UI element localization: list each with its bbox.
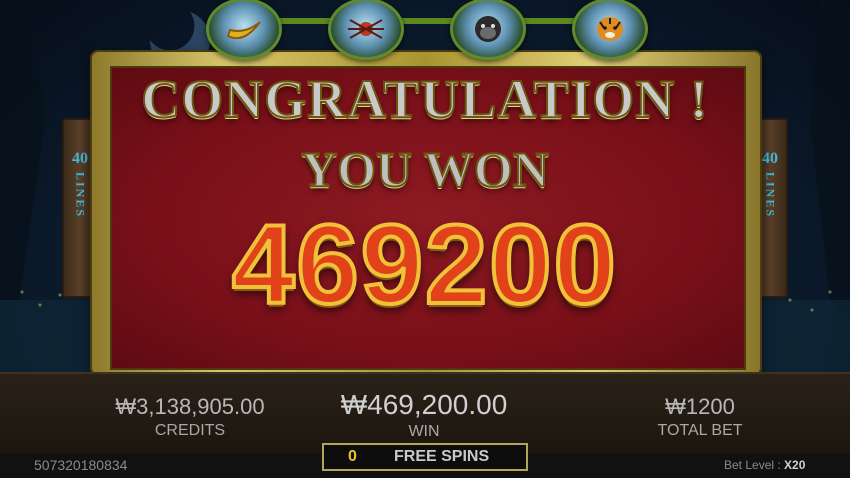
bet-level: Bet Level : X20: [724, 458, 805, 472]
tiger-icon: [572, 0, 648, 60]
credits-value: ₩3,138,905.00: [115, 394, 265, 419]
win-label: WIN: [408, 423, 440, 440]
bet-level-label: Bet Level :: [724, 458, 781, 472]
free-spins-counter: 0 FREE SPINS: [322, 443, 528, 471]
congratulation-heading: CONGRATULATION !: [140, 68, 709, 130]
free-spins-label: FREE SPINS: [394, 448, 490, 465]
credits-label: CREDITS: [154, 422, 226, 439]
free-spins-count: 0: [348, 448, 357, 465]
gorilla-icon: [450, 0, 526, 60]
spider-icon: [328, 0, 404, 60]
credits-stat: ₩3,138,905.00 CREDITS: [90, 394, 290, 440]
total-bet-label: TOTAL BET: [657, 422, 743, 439]
bet-level-value: X20: [784, 458, 806, 472]
win-amount-display: 469200: [230, 200, 618, 329]
total-bet-stat: ₩1200 TOTAL BET: [610, 394, 790, 440]
banana-icon: [206, 0, 282, 60]
total-bet-value: ₩1200: [665, 394, 735, 419]
session-serial: 507320180834: [34, 457, 128, 473]
win-value: ₩469,200.00: [340, 389, 508, 420]
you-won-heading: YOU WON: [300, 140, 550, 198]
win-stat: ₩469,200.00 WIN: [304, 389, 544, 441]
